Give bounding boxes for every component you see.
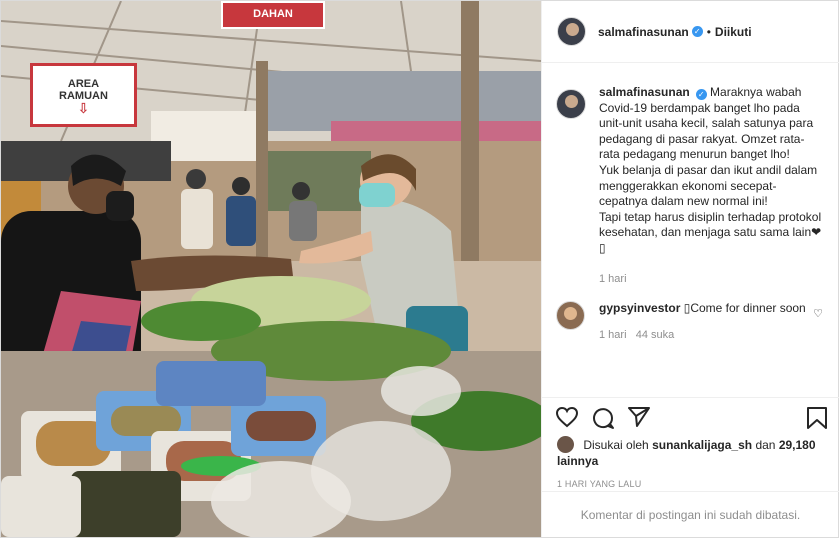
post-photo[interactable]: DAHAN AREA RAMUAN ⇩ — [1, 1, 541, 537]
actions-section: Disukai oleh sunankalijaga_sh dan 29,180… — [542, 397, 839, 537]
commenter-avatar[interactable] — [556, 300, 585, 330]
caption-time: 1 hari — [599, 272, 627, 285]
liked-by: Disukai oleh sunankalijaga_sh dan 29,180… — [557, 436, 829, 469]
comment-time: 1 hari — [599, 329, 627, 342]
header-separator: • — [706, 24, 711, 39]
author-username[interactable]: salmafinasunan — [598, 25, 689, 39]
post-header: salmafinasunan ✓ • Diikuti — [542, 1, 839, 63]
verified-badge-icon: ✓ — [691, 26, 703, 37]
verified-badge-icon: ✓ — [695, 89, 707, 100]
liked-by-and: dan — [755, 438, 776, 452]
post-side-panel: salmafinasunan ✓ • Diikuti salmafinasuna… — [541, 1, 839, 537]
share-icon[interactable] — [627, 406, 651, 433]
commenter-username[interactable]: gypsyinvestor — [599, 301, 680, 315]
comments-section[interactable]: salmafinasunan ✓ Maraknya wabah Covid-19 … — [542, 79, 839, 397]
author-avatar[interactable] — [557, 17, 586, 46]
down-arrow-icon: ⇩ — [77, 100, 90, 116]
comment-body: ▯Come for dinner soon — [683, 300, 806, 315]
comment-meta: 1 hari 44 suka — [599, 329, 809, 341]
area-ramuan-sign: AREA RAMUAN ⇩ — [30, 63, 137, 127]
liked-by-prefix: Disukai oleh — [583, 438, 649, 452]
heart-icon[interactable] — [555, 406, 579, 433]
comments-disabled-notice: Komentar di postingan ini sudah dibatasi… — [542, 491, 839, 538]
sign-line-1: AREA — [67, 78, 100, 90]
comment-text: gypsyinvestor ▯Come for dinner soon — [599, 301, 809, 317]
post-date: 1 HARI YANG LALU — [557, 479, 642, 489]
bookmark-icon[interactable] — [806, 406, 828, 435]
caption-avatar[interactable] — [556, 89, 586, 119]
heart-outline-icon[interactable]: ♡ — [813, 307, 823, 320]
instagram-post: DAHAN AREA RAMUAN ⇩ salmafinasunan ✓ • D… — [0, 0, 839, 538]
caption-username[interactable]: salmafinasunan — [599, 85, 690, 99]
comment-icon[interactable] — [591, 406, 615, 435]
caption-text: salmafinasunan ✓ Maraknya wabah Covid-19 … — [599, 85, 825, 257]
caption-paragraph-3: Tapi tetap harus disiplin terhadap proto… — [599, 209, 822, 255]
liker-avatar[interactable] — [557, 436, 574, 453]
caption: salmafinasunan ✓ Maraknya wabah Covid-19 … — [542, 85, 839, 285]
caption-paragraph-2: Yuk belanja di pasar dan ikut andil dala… — [599, 162, 818, 209]
comment-likes[interactable]: 44 suka — [636, 329, 675, 341]
comment-item: gypsyinvestor ▯Come for dinner soon ♡ 1 … — [542, 300, 839, 341]
top-sign: DAHAN — [221, 1, 325, 29]
liked-by-user[interactable]: sunankalijaga_sh — [652, 438, 752, 452]
following-button[interactable]: Diikuti — [715, 25, 752, 39]
